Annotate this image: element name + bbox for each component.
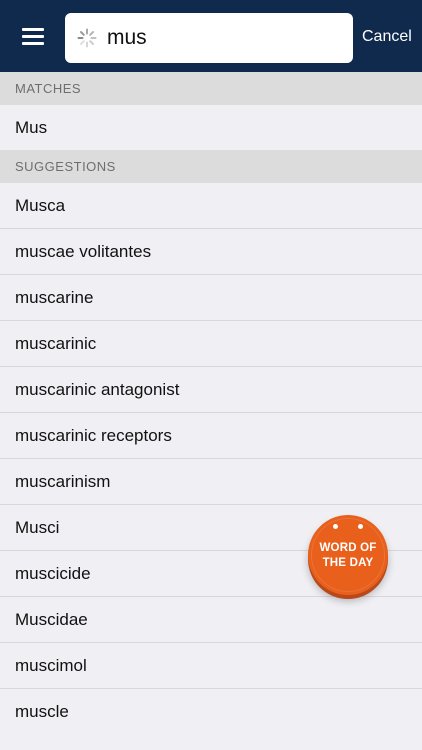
suggestion-item[interactable]: muscle: [0, 689, 422, 735]
loading-spinner-icon: [77, 28, 97, 48]
word-of-the-day-line1: WORD OF: [319, 542, 377, 554]
suggestion-item[interactable]: muscimol: [0, 643, 422, 689]
suggestion-item[interactable]: muscarine: [0, 275, 422, 321]
suggestion-item[interactable]: Musca: [0, 183, 422, 229]
calendar-dot-icon: [358, 524, 363, 529]
suggestion-item[interactable]: muscarinism: [0, 459, 422, 505]
cancel-button[interactable]: Cancel: [362, 28, 412, 46]
app-screen: Cancel MATCHES Mus SUGGESTIONS Musca mus…: [0, 0, 422, 750]
suggestion-item[interactable]: Muscidae: [0, 597, 422, 643]
menu-bar: [22, 42, 44, 45]
section-header-suggestions: SUGGESTIONS: [0, 150, 422, 183]
menu-button[interactable]: [12, 20, 54, 54]
menu-bar: [22, 35, 44, 38]
menu-bar: [22, 28, 44, 31]
suggestion-item[interactable]: muscarinic antagonist: [0, 367, 422, 413]
suggestion-item[interactable]: muscarinic receptors: [0, 413, 422, 459]
suggestion-item[interactable]: muscarinic: [0, 321, 422, 367]
word-of-the-day-button[interactable]: WORD OF THE DAY: [308, 515, 388, 595]
suggestion-item[interactable]: muscae volitantes: [0, 229, 422, 275]
search-input[interactable]: [107, 20, 343, 56]
word-of-the-day-label: WORD OF THE DAY: [308, 541, 388, 571]
calendar-dot-icon: [333, 524, 338, 529]
match-item[interactable]: Mus: [0, 105, 422, 151]
section-header-matches: MATCHES: [0, 72, 422, 105]
search-box[interactable]: [65, 13, 353, 63]
word-of-the-day-line2: THE DAY: [322, 557, 374, 569]
search-header: Cancel: [0, 0, 422, 72]
